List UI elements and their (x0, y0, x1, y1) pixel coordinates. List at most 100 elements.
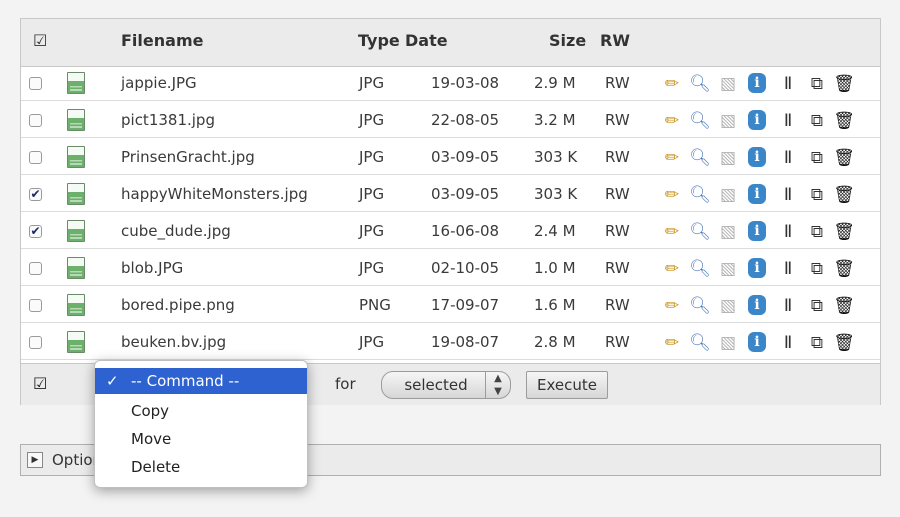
row-checkbox[interactable] (29, 299, 42, 312)
table-row[interactable]: beuken.bv.jpg JPG 19-08-07 2.8 M RW ✏ 🔍︎ ▧ i Ⅱ ⧉ 🗑︎ (21, 326, 880, 360)
table-row[interactable]: bored.pipe.png PNG 17-09-07 1.6 M RW ✏ 🔍︎ ▧ i Ⅱ ⧉ 🗑… (21, 289, 880, 323)
rename-icon[interactable]: Ⅱ (777, 110, 799, 132)
table-row[interactable]: blob.JPG JPG 02-10-05 1.0 M RW ✏ 🔍︎ ▧ i Ⅱ ⧉ 🗑︎ (21, 252, 880, 286)
select-all-icon[interactable]: ☑ (33, 374, 47, 393)
table-row[interactable]: ✔ happyWhiteMonsters.jpg JPG 03-09-05 303 K R… (21, 178, 880, 212)
copy-icon[interactable]: ⧉ (806, 73, 828, 95)
info-icon[interactable]: i (748, 295, 766, 315)
rename-icon[interactable]: Ⅱ (777, 258, 799, 280)
info-icon[interactable]: i (748, 221, 766, 241)
copy-icon[interactable]: ⧉ (806, 221, 828, 243)
delete-trash-icon[interactable]: 🗑︎ (833, 184, 855, 206)
delete-trash-icon[interactable]: 🗑︎ (833, 295, 855, 317)
copy-icon[interactable]: ⧉ (806, 110, 828, 132)
copy-icon[interactable]: ⧉ (806, 295, 828, 317)
info-icon[interactable]: i (748, 147, 766, 167)
view-magnifier-icon[interactable]: 🔍︎ (689, 110, 711, 132)
info-icon[interactable]: i (748, 110, 766, 130)
header-size[interactable]: Size (549, 31, 586, 50)
delete-trash-icon[interactable]: 🗑︎ (833, 147, 855, 169)
file-rw: RW (605, 74, 630, 92)
header-rw[interactable]: RW (600, 31, 630, 50)
filename-link[interactable]: blob.JPG (121, 259, 183, 277)
filename-link[interactable]: pict1381.jpg (121, 111, 215, 129)
rename-icon[interactable]: Ⅱ (777, 147, 799, 169)
thumbnail-icon[interactable]: ▧ (717, 221, 739, 243)
delete-trash-icon[interactable]: 🗑︎ (833, 258, 855, 280)
info-icon[interactable]: i (748, 184, 766, 204)
view-magnifier-icon[interactable]: 🔍︎ (689, 221, 711, 243)
file-type: JPG (359, 222, 385, 240)
rename-icon[interactable]: Ⅱ (777, 73, 799, 95)
menu-item-delete[interactable]: Delete (95, 454, 307, 480)
expand-toggle-icon[interactable]: ▶︎ (27, 452, 43, 468)
row-checkbox[interactable] (29, 114, 42, 127)
row-checkbox[interactable]: ✔ (29, 225, 42, 238)
rename-icon[interactable]: Ⅱ (777, 295, 799, 317)
view-magnifier-icon[interactable]: 🔍︎ (689, 332, 711, 354)
menu-item-move[interactable]: Move (95, 426, 307, 452)
view-magnifier-icon[interactable]: 🔍︎ (689, 295, 711, 317)
table-row[interactable]: jappie.JPG JPG 19-03-08 2.9 M RW ✏ 🔍︎ ▧ i Ⅱ ⧉ 🗑︎ (21, 67, 880, 101)
header-date[interactable]: Date (405, 31, 448, 50)
command-dropdown-menu[interactable]: ✓ -- Command -- Copy Move Delete (94, 360, 308, 488)
info-icon[interactable]: i (748, 332, 766, 352)
header-type[interactable]: Type (358, 31, 400, 50)
row-checkbox[interactable] (29, 77, 42, 90)
copy-icon[interactable]: ⧉ (806, 258, 828, 280)
thumbnail-icon[interactable]: ▧ (717, 332, 739, 354)
view-magnifier-icon[interactable]: 🔍︎ (689, 73, 711, 95)
select-all-icon[interactable]: ☑ (33, 31, 47, 50)
copy-icon[interactable]: ⧉ (806, 184, 828, 206)
table-row[interactable]: pict1381.jpg JPG 22-08-05 3.2 M RW ✏ 🔍︎ ▧ i Ⅱ ⧉ 🗑︎ (21, 104, 880, 138)
filename-link[interactable]: PrinsenGracht.jpg (121, 148, 255, 166)
row-checkbox[interactable] (29, 336, 42, 349)
filename-link[interactable]: happyWhiteMonsters.jpg (121, 185, 308, 203)
menu-item-command[interactable]: ✓ -- Command -- (95, 368, 307, 394)
thumbnail-icon[interactable]: ▧ (717, 295, 739, 317)
view-magnifier-icon[interactable]: 🔍︎ (689, 258, 711, 280)
info-icon[interactable]: i (748, 258, 766, 278)
thumbnail-icon[interactable]: ▧ (717, 110, 739, 132)
table-row[interactable]: ✔ cube_dude.jpg JPG 16-06-08 2.4 M RW ✏ 🔍︎ ▧ i Ⅱ ⧉ 🗑… (21, 215, 880, 249)
edit-pencil-icon[interactable]: ✏ (661, 221, 683, 243)
edit-pencil-icon[interactable]: ✏ (661, 147, 683, 169)
table-header: ☑ Filename Type Date Size RW (21, 19, 880, 67)
target-select[interactable]: selected ▲ ▼ (381, 371, 511, 399)
menu-item-copy[interactable]: Copy (95, 398, 307, 424)
header-filename[interactable]: Filename (121, 31, 203, 50)
execute-button[interactable]: Execute (526, 371, 608, 399)
filename-link[interactable]: jappie.JPG (121, 74, 197, 92)
copy-icon[interactable]: ⧉ (806, 332, 828, 354)
copy-icon[interactable]: ⧉ (806, 147, 828, 169)
delete-trash-icon[interactable]: 🗑︎ (833, 332, 855, 354)
rename-icon[interactable]: Ⅱ (777, 332, 799, 354)
row-checkbox[interactable]: ✔ (29, 188, 42, 201)
edit-pencil-icon[interactable]: ✏ (661, 332, 683, 354)
table-row[interactable]: PrinsenGracht.jpg JPG 03-09-05 303 K RW ✏ 🔍︎ ▧ i… (21, 141, 880, 175)
delete-trash-icon[interactable]: 🗑︎ (833, 110, 855, 132)
edit-pencil-icon[interactable]: ✏ (661, 73, 683, 95)
row-checkbox[interactable] (29, 262, 42, 275)
filename-link[interactable]: bored.pipe.png (121, 296, 235, 314)
thumbnail-icon[interactable]: ▧ (717, 73, 739, 95)
thumbnail-icon[interactable]: ▧ (717, 147, 739, 169)
edit-pencil-icon[interactable]: ✏ (661, 258, 683, 280)
view-magnifier-icon[interactable]: 🔍︎ (689, 184, 711, 206)
file-rw: RW (605, 259, 630, 277)
edit-pencil-icon[interactable]: ✏ (661, 184, 683, 206)
row-checkbox[interactable] (29, 151, 42, 164)
delete-trash-icon[interactable]: 🗑︎ (833, 73, 855, 95)
file-date: 19-03-08 (431, 74, 500, 92)
thumbnail-icon[interactable]: ▧ (717, 184, 739, 206)
delete-trash-icon[interactable]: 🗑︎ (833, 221, 855, 243)
filename-link[interactable]: beuken.bv.jpg (121, 333, 226, 351)
edit-pencil-icon[interactable]: ✏ (661, 295, 683, 317)
view-magnifier-icon[interactable]: 🔍︎ (689, 147, 711, 169)
edit-pencil-icon[interactable]: ✏ (661, 110, 683, 132)
info-icon[interactable]: i (748, 73, 766, 93)
rename-icon[interactable]: Ⅱ (777, 221, 799, 243)
thumbnail-icon[interactable]: ▧ (717, 258, 739, 280)
filename-link[interactable]: cube_dude.jpg (121, 222, 231, 240)
rename-icon[interactable]: Ⅱ (777, 184, 799, 206)
